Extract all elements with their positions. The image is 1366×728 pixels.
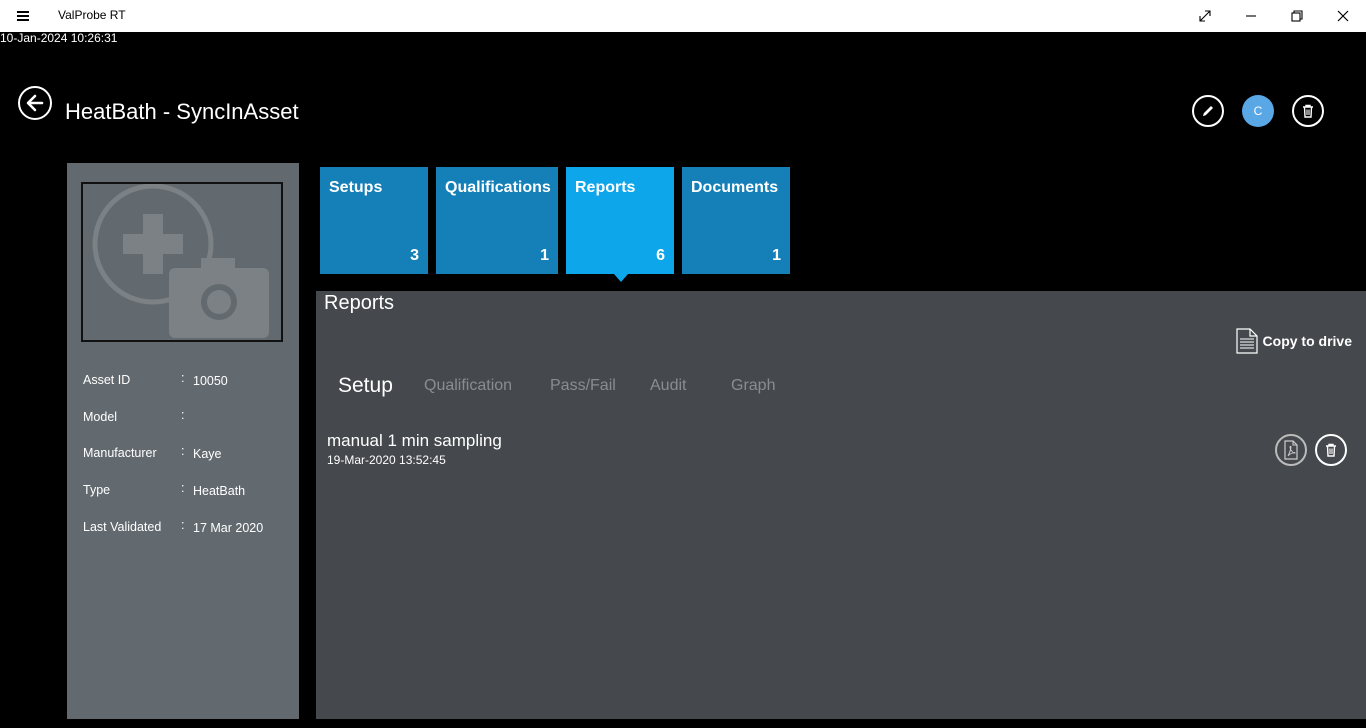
trash-icon [1303, 104, 1313, 118]
document-copy-icon [1235, 328, 1258, 354]
hamburger-icon[interactable] [10, 8, 36, 24]
timestamp: 10-Jan-2024 10:26:31 [0, 31, 118, 45]
edit-button[interactable] [1192, 95, 1224, 127]
subtab-pass-fail[interactable]: Pass/Fail [550, 377, 616, 395]
tile-count: 1 [772, 247, 781, 264]
tile-label: Setups [329, 179, 383, 196]
tile-count: 1 [540, 247, 549, 264]
report-list-item[interactable]: manual 1 min sampling 19-Mar-2020 13:52:… [327, 431, 502, 467]
separator: : [181, 444, 185, 458]
separator: : [181, 518, 185, 532]
tile-count: 3 [410, 247, 419, 264]
separator: : [181, 481, 185, 495]
page-title: HeatBath - SyncInAsset [65, 99, 299, 124]
view-pdf-button[interactable] [1275, 434, 1307, 466]
trash-icon [1326, 443, 1336, 457]
tile-documents[interactable]: Documents 1 [682, 167, 790, 274]
pdf-icon [1284, 440, 1298, 460]
subtab-audit[interactable]: Audit [650, 377, 686, 395]
close-icon[interactable] [1320, 0, 1366, 32]
asset-id-value: 10050 [193, 374, 228, 388]
report-date: 19-Mar-2020 13:52:45 [327, 453, 446, 467]
asset-id-label: Asset ID [83, 373, 131, 387]
section-title: Reports [324, 292, 395, 314]
add-photo-button[interactable] [81, 182, 283, 342]
subtab-graph[interactable]: Graph [731, 377, 775, 395]
tile-label: Reports [575, 179, 636, 196]
back-arrow-icon [26, 94, 44, 112]
tile-reports[interactable]: Reports 6 [566, 167, 674, 282]
type-value: HeatBath [193, 484, 246, 498]
last-validated-label: Last Validated [83, 520, 162, 534]
expand-icon[interactable] [1182, 0, 1228, 32]
delete-asset-button[interactable] [1292, 95, 1324, 127]
subtab-setup[interactable]: Setup [338, 374, 393, 398]
last-validated-value: 17 Mar 2020 [193, 521, 264, 535]
minimize-icon[interactable] [1228, 0, 1274, 32]
active-tile-pointer [614, 274, 628, 282]
report-name: manual 1 min sampling [327, 431, 502, 450]
asset-info-panel: Asset ID : 10050 Model : Manufacturer : … [67, 163, 299, 719]
tile-qualifications[interactable]: Qualifications 1 [436, 167, 558, 274]
reports-panel: Reports Copy to drive Setup Qualificatio… [316, 291, 1366, 719]
tile-count: 6 [656, 247, 665, 264]
type-label: Type [83, 483, 111, 497]
subtab-qualification[interactable]: Qualification [424, 377, 512, 395]
title-bar: ValProbe RT [0, 0, 1366, 32]
model-label: Model [83, 410, 118, 424]
tile-label: Documents [691, 179, 779, 196]
app-title: ValProbe RT [58, 8, 126, 22]
restore-icon[interactable] [1274, 0, 1320, 32]
tile-setups[interactable]: Setups 3 [320, 167, 428, 274]
avatar[interactable]: C [1242, 95, 1274, 127]
pencil-icon [1203, 106, 1213, 116]
copy-to-drive-button[interactable]: Copy to drive [1235, 327, 1352, 355]
back-button[interactable] [18, 86, 52, 120]
add-photo-icon [92, 184, 269, 338]
separator: : [181, 371, 185, 385]
manufacturer-value: Kaye [193, 447, 222, 461]
copy-to-drive-label: Copy to drive [1262, 333, 1352, 349]
separator: : [181, 408, 185, 422]
delete-report-button[interactable] [1315, 434, 1347, 466]
manufacturer-label: Manufacturer [83, 446, 157, 460]
tile-label: Qualifications [445, 179, 551, 196]
